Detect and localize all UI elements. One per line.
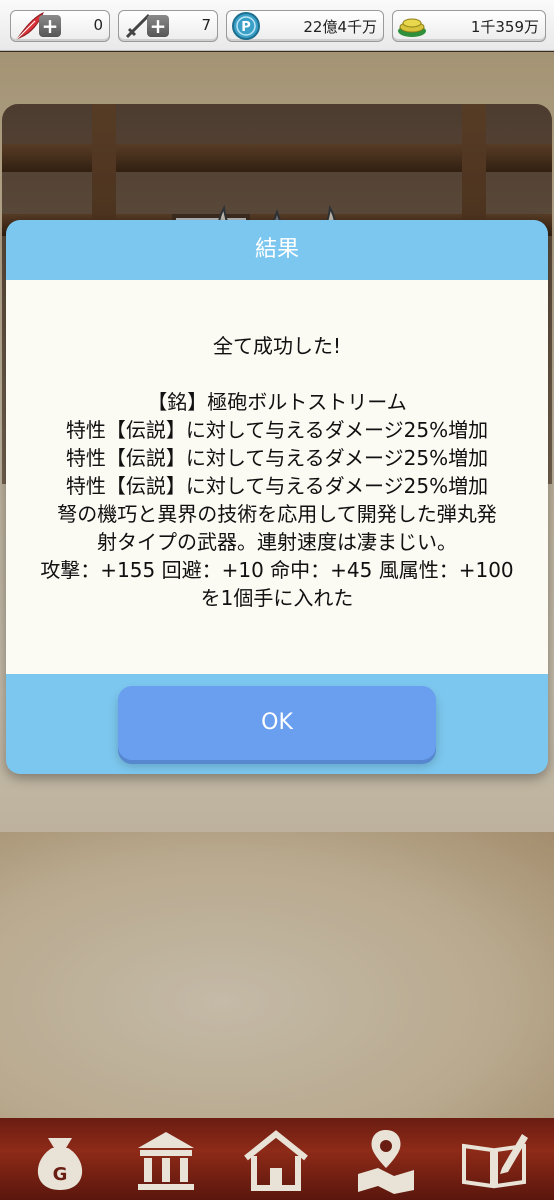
ok-button[interactable]: OK: [118, 686, 436, 760]
gold-coins-icon: [398, 18, 426, 37]
nav-bank[interactable]: [128, 1124, 204, 1196]
nav-bag[interactable]: G: [22, 1124, 98, 1196]
bottom-nav: G: [0, 1118, 554, 1200]
dialog-title: 結果: [254, 237, 299, 262]
svg-text:G: G: [53, 1164, 68, 1185]
money-bag-icon: G: [37, 1138, 83, 1190]
dialog-body: 全て成功した! 【銘】極砲ボルトストリーム 特性【伝説】に対して与えるダメージ2…: [6, 280, 548, 674]
house-icon: [244, 1130, 308, 1191]
resource-points: P 22億4千万: [226, 10, 384, 42]
message-line: 【銘】極砲ボルトストリーム: [147, 390, 407, 414]
resource-feather: + 0: [10, 10, 110, 42]
message-line: 特性【伝説】に対して与えるダメージ25%増加: [65, 446, 489, 470]
message-line: 特性【伝説】に対して与えるダメージ25%増加: [65, 418, 489, 442]
points-count: 22億4千万: [303, 18, 377, 36]
map-pin-icon: [358, 1130, 414, 1194]
sword-count: 7: [201, 16, 211, 34]
result-dialog: 結果 全て成功した! 【銘】極砲ボルトストリーム 特性【伝説】に対して与えるダメ…: [6, 220, 548, 774]
message-line: 射タイプの武器。連射速度は凄まじい。: [97, 530, 457, 554]
add-feather-button[interactable]: +: [39, 15, 61, 37]
p-coin-icon: P: [232, 12, 260, 40]
resource-sword: + 7: [118, 10, 218, 42]
feather-count: 0: [93, 16, 103, 34]
nav-book[interactable]: [456, 1124, 532, 1196]
resource-bar: + 0 + 7 P 22億4千万 1千359万: [0, 0, 554, 51]
result-message: 全て成功した! 【銘】極砲ボルトストリーム 特性【伝説】に対して与えるダメージ2…: [6, 280, 548, 612]
gold-count: 1千359万: [470, 18, 539, 36]
nav-home[interactable]: [238, 1124, 314, 1196]
add-sword-button[interactable]: +: [147, 15, 169, 37]
message-line: 弩の機巧と異界の技術を応用して開発した弾丸発: [57, 502, 497, 526]
resource-gold: 1千359万: [392, 10, 546, 42]
bank-icon: [138, 1132, 194, 1190]
message-line: を1個手に入れた: [200, 586, 354, 610]
svg-text:P: P: [241, 20, 251, 35]
message-line: 攻撃：+155 回避：+10 命中：+45 風属性：+100: [40, 558, 514, 582]
nav-map[interactable]: [348, 1124, 424, 1196]
message-line: 特性【伝説】に対して与えるダメージ25%増加: [65, 474, 489, 498]
message-line: 全て成功した!: [212, 334, 342, 358]
book-pen-icon: [462, 1134, 528, 1189]
